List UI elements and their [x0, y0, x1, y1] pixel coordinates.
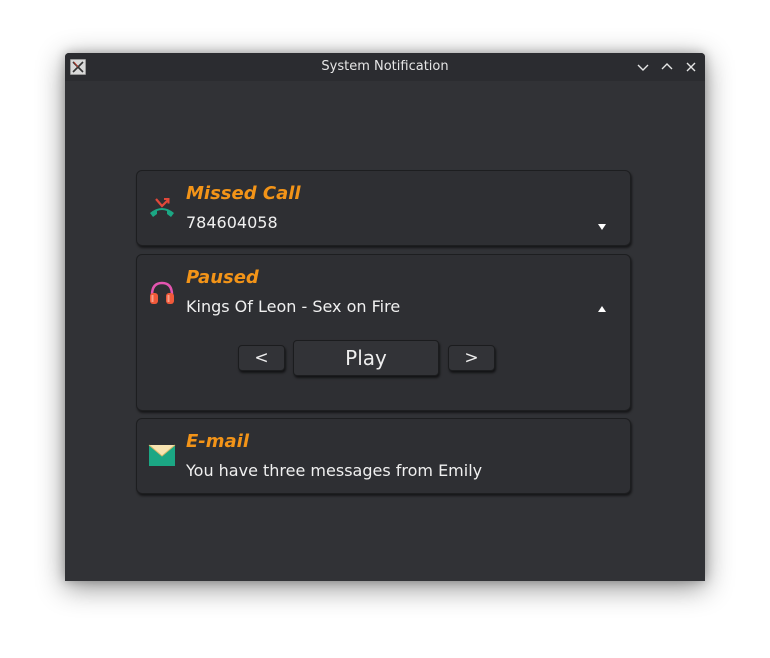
chevron-down-icon [637, 64, 649, 71]
maximize-button[interactable] [659, 59, 675, 75]
next-button[interactable]: > [448, 345, 495, 371]
triangle-up-icon [598, 306, 606, 312]
headphones-icon [147, 277, 177, 307]
minimize-button[interactable] [635, 59, 651, 75]
caller-number: 784604058 [186, 213, 278, 232]
chevron-up-icon [661, 63, 673, 70]
notification-title: E-mail [186, 431, 250, 452]
envelope-icon [147, 439, 177, 469]
expand-toggle[interactable] [596, 218, 608, 230]
notification-email[interactable]: E-mail You have three messages from Emil… [136, 418, 631, 494]
play-button[interactable]: Play [293, 340, 439, 376]
notification-window: System Notification Missed Call 78460405… [65, 53, 705, 581]
window-title: System Notification [321, 59, 449, 74]
close-button[interactable] [683, 59, 699, 75]
collapse-toggle[interactable] [596, 300, 608, 312]
notification-missed-call[interactable]: Missed Call 784604058 [136, 170, 631, 246]
notification-media[interactable]: Paused Kings Of Leon - Sex on Fire < Pla… [136, 254, 631, 411]
notification-title: Paused [186, 267, 259, 288]
title-bar[interactable]: System Notification [65, 53, 705, 81]
previous-button[interactable]: < [238, 345, 285, 371]
track-name: Kings Of Leon - Sex on Fire [186, 297, 401, 316]
email-message: You have three messages from Emily [186, 461, 483, 480]
missed-call-icon [147, 193, 177, 223]
window-content: Missed Call 784604058 Paused Kings Of Le… [65, 81, 705, 581]
notification-title: Missed Call [186, 183, 301, 204]
close-icon [686, 62, 696, 72]
triangle-down-icon [598, 224, 606, 230]
